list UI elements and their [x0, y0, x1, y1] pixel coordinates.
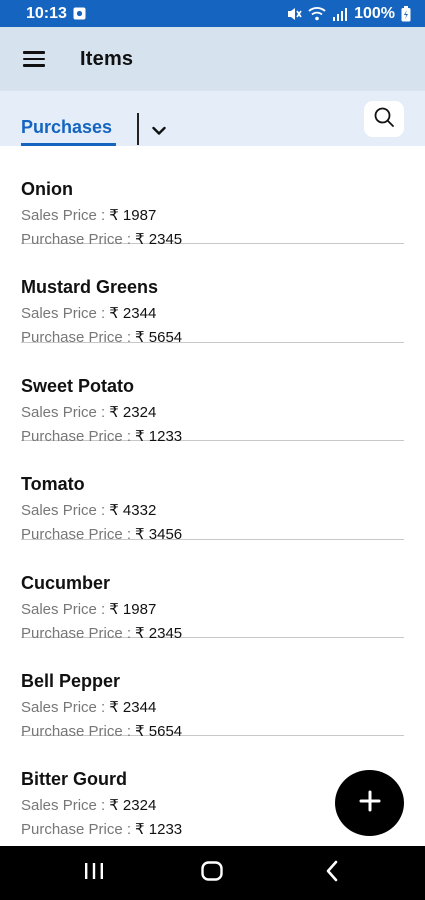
purchase-price-line: Purchase Price : ₹ 1233 — [21, 820, 182, 838]
sales-price-label: Sales Price : — [21, 502, 106, 520]
image-notification-icon — [73, 7, 86, 20]
list-item[interactable]: Bell Pepper Sales Price : ₹ 2344 Purchase… — [21, 638, 404, 740]
battery-percent: 100% — [354, 4, 395, 22]
sales-price-line: Sales Price : ₹ 2324 — [21, 403, 156, 421]
wifi-icon — [308, 6, 326, 21]
sales-price-label: Sales Price : — [21, 403, 106, 421]
sales-price-value: ₹ 2324 — [109, 403, 157, 421]
item-name: Tomato — [21, 474, 85, 495]
sales-price-value: ₹ 4332 — [109, 502, 157, 520]
list-item[interactable]: Tomato Sales Price : ₹ 4332 Purchase Pric… — [21, 441, 404, 543]
sales-price-label: Sales Price : — [21, 698, 106, 716]
item-name: Onion — [21, 179, 73, 199]
sales-price-label: Sales Price : — [21, 797, 106, 815]
chevron-down-icon[interactable] — [149, 121, 169, 141]
sales-price-value: ₹ 1987 — [109, 207, 157, 224]
signal-icon — [332, 7, 348, 21]
list-item[interactable]: Onion Sales Price : ₹ 1987 Purchase Price… — [21, 146, 404, 248]
sales-price-line: Sales Price : ₹ 1987 — [21, 206, 156, 224]
sales-price-value: ₹ 2324 — [109, 797, 157, 815]
status-right: 100% — [286, 5, 411, 23]
list-item[interactable]: Mustard Greens Sales Price : ₹ 2344 Purch… — [21, 244, 404, 346]
menu-icon[interactable] — [12, 37, 56, 81]
sales-price-label: Sales Price : — [21, 207, 106, 224]
home-button[interactable] — [197, 858, 227, 888]
sales-price-line: Sales Price : ₹ 2324 — [21, 796, 156, 814]
sales-price-line: Sales Price : ₹ 2344 — [21, 698, 156, 716]
home-icon — [200, 860, 224, 887]
plus-icon — [359, 790, 381, 817]
add-item-button[interactable] — [335, 770, 404, 836]
tab-divider — [137, 113, 139, 145]
purchase-price-value: ₹ 1233 — [135, 821, 183, 839]
item-name: Bell Pepper — [21, 670, 121, 691]
battery-charging-icon — [401, 5, 411, 22]
purchase-price-label: Purchase Price : — [21, 821, 132, 839]
back-icon — [324, 860, 340, 887]
item-name: Cucumber — [21, 572, 111, 593]
back-button[interactable] — [317, 858, 347, 888]
recents-icon — [83, 861, 105, 886]
item-name: Mustard Greens — [21, 277, 159, 298]
sales-price-value: ₹ 2344 — [109, 698, 157, 716]
tab-row: Purchases — [0, 91, 425, 146]
search-icon — [373, 106, 395, 133]
app-bar: Items — [0, 27, 425, 91]
sales-price-label: Sales Price : — [21, 600, 106, 618]
item-name: Bitter Gourd — [21, 769, 127, 790]
sales-price-line: Sales Price : ₹ 2344 — [21, 304, 156, 322]
sales-price-value: ₹ 2344 — [109, 305, 157, 323]
status-time: 10:13 — [26, 4, 67, 22]
list-item[interactable]: Cucumber Sales Price : ₹ 1987 Purchase Pr… — [21, 540, 404, 642]
status-bar: 10:13 100% — [0, 0, 425, 27]
page-title: Items — [80, 47, 134, 70]
sales-price-value: ₹ 1987 — [109, 600, 157, 618]
sales-price-label: Sales Price : — [21, 305, 106, 323]
navigation-bar — [0, 846, 425, 900]
recents-button[interactable] — [79, 858, 109, 888]
item-name: Sweet Potato — [21, 375, 135, 396]
tab-purchases[interactable]: Purchases — [21, 117, 112, 138]
sales-price-line: Sales Price : ₹ 1987 — [21, 600, 156, 618]
mute-icon — [286, 6, 302, 22]
item-list: Onion Sales Price : ₹ 1987 Purchase Price… — [0, 146, 425, 838]
search-button[interactable] — [364, 101, 404, 137]
list-item[interactable]: Sweet Potato Sales Price : ₹ 2324 Purchas… — [21, 343, 404, 445]
sales-price-line: Sales Price : ₹ 4332 — [21, 501, 156, 519]
status-left: 10:13 — [26, 5, 86, 23]
